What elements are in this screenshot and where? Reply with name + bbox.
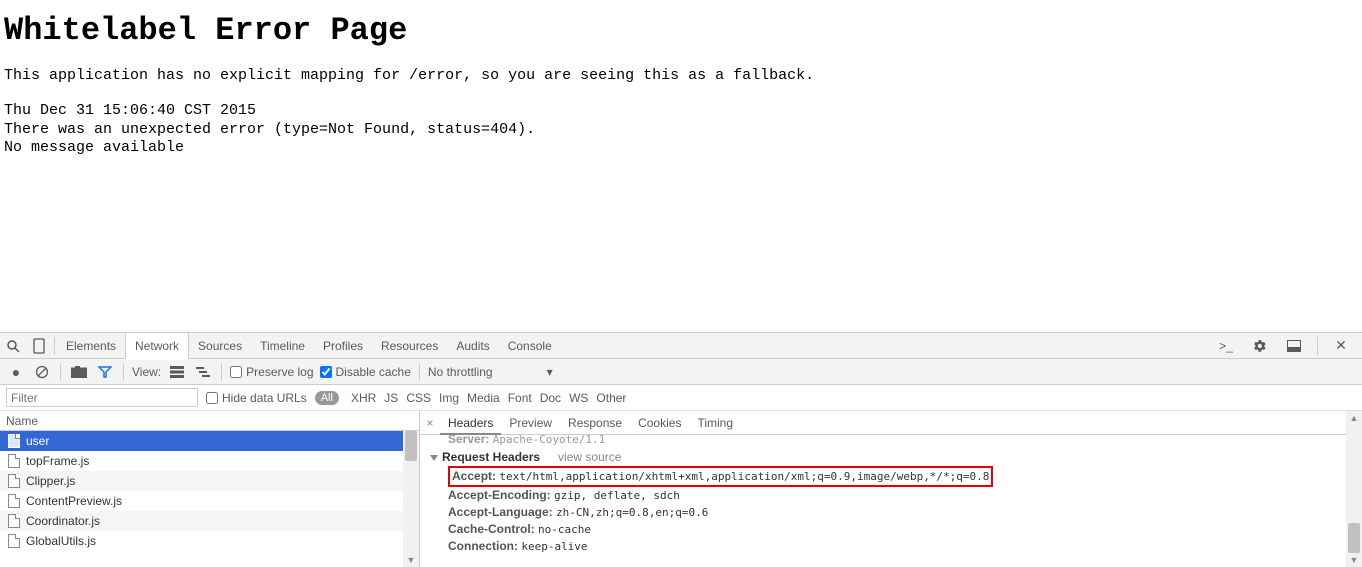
devtools-tab-elements[interactable]: Elements <box>57 333 125 359</box>
filter-type-img[interactable]: Img <box>435 391 463 405</box>
request-detail: × HeadersPreviewResponseCookiesTiming Se… <box>420 411 1362 567</box>
filter-type-doc[interactable]: Doc <box>536 391 565 405</box>
header-key: Accept: <box>452 469 499 483</box>
header-key: Accept-Language: <box>448 505 556 519</box>
error-page-content: Whitelabel Error Page This application h… <box>0 0 1362 162</box>
close-devtools-icon[interactable]: ✕ <box>1328 333 1354 359</box>
request-name: user <box>26 431 49 451</box>
detail-tab-headers[interactable]: Headers <box>440 411 501 435</box>
devtools-tab-console[interactable]: Console <box>499 333 561 359</box>
waterfall-icon[interactable] <box>193 362 213 382</box>
settings-icon[interactable] <box>1247 333 1273 359</box>
request-list-scrollbar[interactable]: ▲ ▼ <box>403 431 419 567</box>
request-row[interactable]: Coordinator.js <box>0 511 419 531</box>
error-description: This application has no explicit mapping… <box>4 67 1358 86</box>
record-icon[interactable]: ● <box>6 362 26 382</box>
header-line: Connection: keep-alive <box>430 538 1362 555</box>
file-icon <box>8 534 20 548</box>
detail-tab-cookies[interactable]: Cookies <box>630 411 689 435</box>
header-key: Server: <box>448 435 489 446</box>
detail-tab-preview[interactable]: Preview <box>501 411 560 435</box>
large-rows-icon[interactable] <box>167 362 187 382</box>
request-name: topFrame.js <box>26 451 89 471</box>
clear-icon[interactable] <box>32 362 52 382</box>
request-row[interactable]: user <box>0 431 419 451</box>
close-detail-icon[interactable]: × <box>420 416 440 430</box>
filter-type-css[interactable]: CSS <box>402 391 435 405</box>
view-label: View: <box>132 365 161 379</box>
filter-icon[interactable] <box>95 362 115 382</box>
request-name: ContentPreview.js <box>26 491 122 511</box>
error-message: No message available <box>4 139 1358 158</box>
view-source-link[interactable]: view source <box>558 450 621 464</box>
devtools-tab-resources[interactable]: Resources <box>372 333 447 359</box>
header-value: gzip, deflate, sdch <box>554 489 680 502</box>
file-icon <box>8 434 20 448</box>
request-headers-section[interactable]: Request Headersview source <box>430 448 1362 466</box>
devtools-panel: ElementsNetworkSourcesTimelineProfilesRe… <box>0 332 1362 567</box>
request-list-header[interactable]: Name <box>0 411 419 431</box>
capture-screenshot-icon[interactable] <box>69 362 89 382</box>
header-line: Accept: text/html,application/xhtml+xml,… <box>430 466 1362 487</box>
device-mode-icon[interactable] <box>26 333 52 359</box>
detail-tab-timing[interactable]: Timing <box>689 411 741 435</box>
file-icon <box>8 494 20 508</box>
devtools-main-toolbar: ElementsNetworkSourcesTimelineProfilesRe… <box>0 333 1362 359</box>
detail-scrollbar[interactable]: ▲ ▼ <box>1346 411 1362 567</box>
filter-type-other[interactable]: Other <box>592 391 630 405</box>
dock-side-icon[interactable] <box>1281 333 1307 359</box>
devtools-tab-timeline[interactable]: Timeline <box>251 333 314 359</box>
header-value: zh-CN,zh;q=0.8,en;q=0.6 <box>556 506 708 519</box>
devtools-tab-profiles[interactable]: Profiles <box>314 333 372 359</box>
request-row[interactable]: Clipper.js <box>0 471 419 491</box>
devtools-tab-sources[interactable]: Sources <box>189 333 251 359</box>
filter-type-ws[interactable]: WS <box>565 391 592 405</box>
header-value: Apache-Coyote/1.1 <box>493 435 606 446</box>
request-name: Clipper.js <box>26 471 75 491</box>
file-icon <box>8 474 20 488</box>
headers-panel: Server: Apache-Coyote/1.1 Request Header… <box>420 435 1362 567</box>
request-name: GlobalUtils.js <box>26 531 96 551</box>
network-filter-bar: Hide data URLs All XHRJSCSSImgMediaFontD… <box>0 385 1362 411</box>
request-list: Name usertopFrame.jsClipper.jsContentPre… <box>0 411 420 567</box>
header-key: Connection: <box>448 539 521 553</box>
throttling-select[interactable]: No throttling ▾ <box>428 365 553 379</box>
error-timestamp: Thu Dec 31 15:06:40 CST 2015 <box>4 102 1358 121</box>
devtools-tab-audits[interactable]: Audits <box>447 333 498 359</box>
inspect-icon[interactable] <box>0 333 26 359</box>
file-icon <box>8 454 20 468</box>
network-toolbar: ● View: Preserve log Disable cache No th… <box>0 359 1362 385</box>
header-key: Accept-Encoding: <box>448 488 554 502</box>
detail-tabs: × HeadersPreviewResponseCookiesTiming <box>420 411 1362 435</box>
disclosure-triangle-icon[interactable] <box>430 455 438 461</box>
console-drawer-icon[interactable]: >_ <box>1213 333 1239 359</box>
filter-all-pill[interactable]: All <box>315 391 339 405</box>
header-line: Accept-Encoding: gzip, deflate, sdch <box>430 487 1362 504</box>
devtools-tab-network[interactable]: Network <box>125 333 189 359</box>
devtools-tabs: ElementsNetworkSourcesTimelineProfilesRe… <box>57 333 561 359</box>
detail-tab-response[interactable]: Response <box>560 411 630 435</box>
filter-type-media[interactable]: Media <box>463 391 504 405</box>
hide-data-urls-checkbox[interactable]: Hide data URLs <box>206 391 307 405</box>
filter-type-font[interactable]: Font <box>504 391 536 405</box>
page-title: Whitelabel Error Page <box>4 12 1358 49</box>
header-key: Cache-Control: <box>448 522 538 536</box>
header-line: Cache-Control: no-cache <box>430 521 1362 538</box>
header-value: no-cache <box>538 523 591 536</box>
header-line: Accept-Language: zh-CN,zh;q=0.8,en;q=0.6 <box>430 504 1362 521</box>
filter-type-xhr[interactable]: XHR <box>347 391 380 405</box>
filter-input[interactable] <box>6 388 198 407</box>
request-row[interactable]: GlobalUtils.js <box>0 531 419 551</box>
request-row[interactable]: ContentPreview.js <box>0 491 419 511</box>
header-value: keep-alive <box>521 540 587 553</box>
header-value: text/html,application/xhtml+xml,applicat… <box>499 470 989 483</box>
request-name: Coordinator.js <box>26 511 100 531</box>
disable-cache-checkbox[interactable]: Disable cache <box>320 365 411 379</box>
filter-type-js[interactable]: JS <box>380 391 402 405</box>
preserve-log-checkbox[interactable]: Preserve log <box>230 365 313 379</box>
request-row[interactable]: topFrame.js <box>0 451 419 471</box>
error-detail: There was an unexpected error (type=Not … <box>4 121 1358 140</box>
file-icon <box>8 514 20 528</box>
